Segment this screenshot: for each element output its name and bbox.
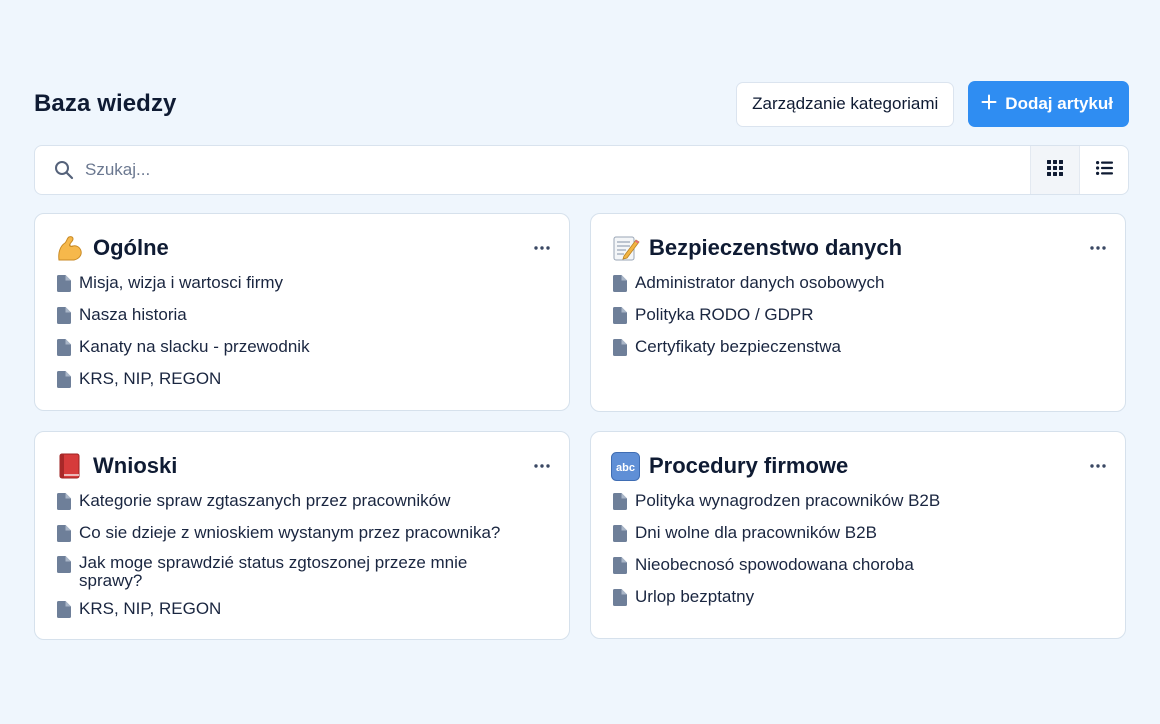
list-view-button[interactable] [1079, 146, 1128, 194]
article-title: Dni wolne dla pracowników B2B [635, 523, 877, 542]
article-list: Polityka wynagrodzen pracowników B2B Dni… [613, 490, 1101, 618]
article-title: Co sie dzieje z wnioskiem wystanym przez… [79, 523, 501, 542]
card-title: Bezpieczenstwo danych [649, 235, 903, 260]
document-icon [613, 492, 627, 510]
article-title: Kategorie spraw zgtaszanych przez pracow… [79, 491, 451, 510]
search-bar [34, 145, 1129, 195]
document-icon [613, 306, 627, 324]
document-icon [57, 492, 71, 510]
article-title: KRS, NIP, REGON [79, 599, 222, 619]
more-horizontal-icon[interactable] [533, 239, 551, 257]
memo-icon [611, 234, 640, 263]
document-icon [57, 274, 71, 292]
red-book-icon [55, 452, 84, 481]
grid-view-button[interactable] [1030, 146, 1079, 194]
document-icon [613, 588, 627, 606]
article-title: Certyfikaty bezpieczenstwa [635, 337, 841, 356]
card-title-wrap: abc Procedury firmowe [611, 451, 849, 481]
document-icon [57, 600, 71, 618]
card-header: Bezpieczenstwo danych [611, 232, 1107, 264]
article-title: Jak moge sprawdzié status zgtoszonej prz… [79, 553, 468, 591]
article-item[interactable]: Certyfikaty bezpieczenstwa [613, 336, 1101, 358]
category-card-wnioski[interactable]: Wnioski Kategorie spraw zgtaszanych prze… [34, 431, 570, 640]
article-item[interactable]: KRS, NIP, REGON [57, 368, 545, 390]
add-article-button[interactable]: Dodaj artykuł [968, 81, 1129, 127]
article-item[interactable]: Nieobecnosó spowodowana choroba [613, 554, 1101, 576]
article-title: Nieobecnosó spowodowana choroba [635, 555, 914, 574]
flexed-biceps-icon [55, 234, 84, 263]
card-header: Wnioski [55, 450, 551, 482]
article-title: Administrator danych osobowych [635, 273, 885, 292]
category-card-procedury[interactable]: abc Procedury firmowe Polityka wynagrodz… [590, 431, 1126, 639]
article-item[interactable]: Administrator danych osobowych [613, 272, 1101, 294]
article-item[interactable]: Polityka RODO / GDPR [613, 304, 1101, 326]
article-list: Misja, wizja i wartosci firmy Nasza hist… [57, 272, 545, 400]
document-icon [57, 370, 71, 388]
article-list: Kategorie spraw zgtaszanych przez pracow… [57, 490, 545, 630]
article-item[interactable]: Co sie dzieje z wnioskiem wystanym przez… [57, 522, 545, 544]
card-title: Procedury firmowe [649, 453, 849, 478]
card-header: abc Procedury firmowe [611, 450, 1107, 482]
article-title: KRS, NIP, REGON [79, 369, 222, 388]
card-header: Ogólne [55, 232, 551, 264]
category-card-bezpieczenstwo[interactable]: Bezpieczenstwo danych Administrator dany… [590, 213, 1126, 412]
article-list: Administrator danych osobowych Polityka … [613, 272, 1101, 368]
document-icon [57, 524, 71, 542]
grid-icon [1047, 159, 1063, 181]
svg-text:abc: abc [616, 462, 635, 474]
search-input[interactable] [74, 146, 1030, 194]
article-title: Urlop bezptatny [635, 587, 755, 606]
article-item[interactable]: Misja, wizja i wartosci firmy [57, 272, 545, 294]
card-title: Wnioski [93, 453, 178, 478]
search-icon [54, 160, 74, 180]
article-title: Nasza historia [79, 305, 187, 324]
document-icon [613, 338, 627, 356]
document-icon [57, 338, 71, 356]
view-toggle [1030, 146, 1128, 194]
article-item[interactable]: Dni wolne dla pracowników B2B [613, 522, 1101, 544]
manage-categories-button[interactable]: Zarządzanie kategoriami [736, 81, 955, 127]
document-icon [57, 556, 71, 573]
article-title: Polityka wynagrodzen pracowników B2B [635, 491, 941, 510]
more-horizontal-icon[interactable] [1089, 457, 1107, 475]
card-title-wrap: Bezpieczenstwo danych [611, 234, 902, 263]
article-item[interactable]: Kanaty na slacku - przewodnik [57, 336, 545, 358]
article-item[interactable]: Urlop bezptatny [613, 586, 1101, 608]
header-actions: Zarządzanie kategoriami Dodaj artykuł [736, 81, 1129, 127]
document-icon [613, 556, 627, 574]
article-item[interactable]: Nasza historia [57, 304, 545, 326]
article-title: Polityka RODO / GDPR [635, 305, 814, 324]
page-header: Baza wiedzy Zarządzanie kategoriami Doda… [34, 81, 1129, 127]
article-title: Kanaty na slacku - przewodnik [79, 337, 310, 356]
article-item[interactable]: KRS, NIP, REGON [57, 598, 545, 620]
article-item[interactable]: Jak moge sprawdzié status zgtoszonej prz… [57, 553, 545, 591]
document-icon [613, 524, 627, 542]
abc-icon: abc [611, 451, 640, 481]
add-article-label: Dodaj artykuł [1005, 94, 1113, 113]
card-title-wrap: Ogólne [55, 234, 169, 263]
page-title: Baza wiedzy [34, 90, 177, 117]
category-card-ogolne[interactable]: Ogólne Misja, wizja i wartosci firmy Nas… [34, 213, 570, 411]
article-item[interactable]: Polityka wynagrodzen pracowników B2B [613, 490, 1101, 512]
card-title-wrap: Wnioski [55, 452, 177, 481]
list-icon [1095, 160, 1113, 180]
plus-icon [981, 91, 997, 115]
document-icon [613, 274, 627, 292]
document-icon [57, 306, 71, 324]
more-horizontal-icon[interactable] [1089, 239, 1107, 257]
more-horizontal-icon[interactable] [533, 457, 551, 475]
card-title: Ogólne [93, 235, 169, 260]
article-item[interactable]: Kategorie spraw zgtaszanych przez pracow… [57, 490, 545, 512]
article-title: Misja, wizja i wartosci firmy [79, 273, 284, 292]
